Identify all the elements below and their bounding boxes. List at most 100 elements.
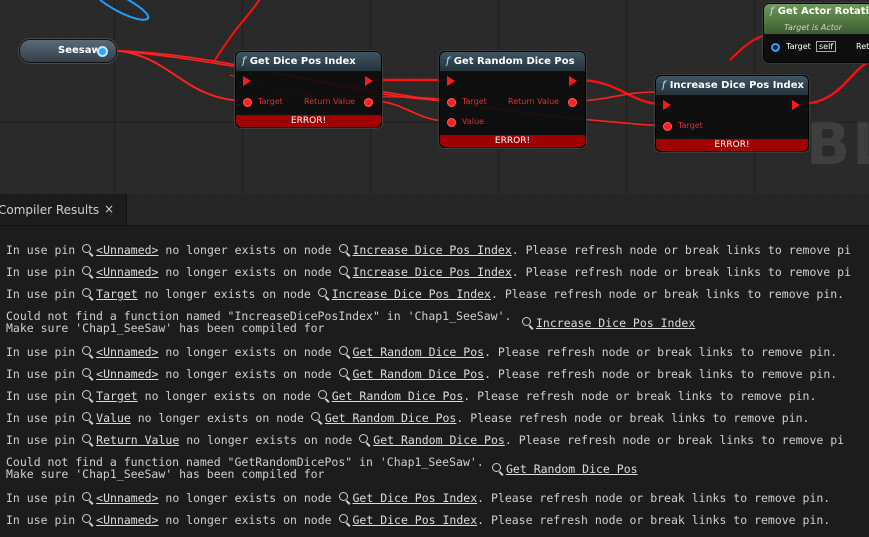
target-pin[interactable]	[243, 98, 252, 107]
node-header: f Increase Dice Pos Index	[656, 76, 808, 96]
value-pin[interactable]	[447, 118, 456, 127]
search-icon[interactable]	[338, 492, 351, 504]
search-icon[interactable]	[310, 412, 323, 424]
pin-link[interactable]: <Unnamed>	[96, 265, 158, 279]
target-pin-label: Target	[786, 42, 811, 51]
pin-link[interactable]: Target	[96, 287, 138, 301]
node-link[interactable]: Get Random Dice Pos	[332, 389, 464, 403]
node-get-random-dice-pos[interactable]: f Get Random Dice Pos Target Return Value…	[439, 51, 586, 148]
search-icon[interactable]	[317, 390, 330, 402]
search-icon[interactable]	[82, 288, 94, 300]
target-pin[interactable]	[447, 98, 456, 107]
self-default-box[interactable]: self	[816, 41, 837, 52]
node-header: f Get Random Dice Pos	[440, 52, 585, 72]
pin-link[interactable]: <Unnamed>	[96, 243, 158, 257]
log-row: Could not find a function named "GetRand…	[6, 456, 484, 480]
node-get-dice-pos-index[interactable]: f Get Dice Pos Index Target Return Value …	[235, 51, 382, 128]
search-icon[interactable]	[338, 368, 351, 380]
compiler-results-panel: Compiler Results × In use pin <Unnamed> …	[0, 194, 869, 537]
search-icon[interactable]	[82, 514, 94, 526]
search-icon[interactable]	[338, 346, 351, 358]
exec-out-pin[interactable]	[792, 100, 800, 110]
search-icon[interactable]	[82, 244, 94, 256]
return-value-label: Return Value	[304, 97, 356, 106]
pin-link[interactable]: <Unnamed>	[96, 513, 158, 527]
search-icon[interactable]	[359, 434, 371, 446]
search-icon[interactable]	[522, 317, 534, 329]
search-icon[interactable]	[317, 288, 330, 300]
target-pin-label: Target	[678, 121, 703, 130]
pin-link[interactable]: Return Value	[96, 433, 179, 447]
pin-link[interactable]: Target	[96, 389, 138, 403]
log-row: In use pin <Unnamed> no longer exists on…	[6, 367, 838, 381]
object-output-pin[interactable]	[97, 46, 108, 57]
node-increase-dice-pos-index[interactable]: f Increase Dice Pos Index Target ERROR!	[655, 75, 809, 152]
exec-in-pin[interactable]	[663, 100, 671, 110]
pin-link[interactable]: <Unnamed>	[96, 345, 158, 359]
seesaw-label: Seesaw	[58, 45, 101, 56]
node-link[interactable]: Increase Dice Pos Index	[353, 243, 512, 257]
function-icon: f	[662, 80, 666, 91]
target-pin-label: Target	[462, 97, 487, 106]
log-row: In use pin <Unnamed> no longer exists on…	[6, 345, 838, 359]
node-link[interactable]: Get Dice Pos Index	[353, 491, 478, 505]
node-title: Get Actor Rotation	[777, 6, 869, 17]
node-link[interactable]: Increase Dice Pos Index	[353, 265, 512, 279]
node-get-actor-rotation[interactable]: fGet Actor Rotation Target is Actor Targ…	[763, 3, 869, 63]
search-icon[interactable]	[82, 412, 94, 424]
search-icon[interactable]	[338, 244, 351, 256]
node-title: Increase Dice Pos Index	[669, 80, 804, 91]
log-node-link-row: Get Random Dice Pos	[492, 462, 638, 476]
blueprint-graph[interactable]: BL Seesaw fGet Dice Pos Index Target Ret…	[0, 0, 869, 194]
error-bar: ERROR!	[656, 139, 808, 151]
function-icon: f	[242, 56, 246, 67]
return-value-pin[interactable]	[364, 98, 373, 107]
node-link[interactable]: Get Random Dice Pos	[353, 367, 485, 381]
target-pin[interactable]	[663, 122, 672, 131]
node-title: Get Random Dice Pos	[453, 56, 575, 67]
node-link[interactable]: Get Dice Pos Index	[353, 513, 478, 527]
node-link[interactable]: Get Random Dice Pos	[373, 433, 505, 447]
node-link[interactable]: Get Random Dice Pos	[325, 411, 457, 425]
log-row: In use pin <Unnamed> no longer exists on…	[6, 265, 852, 279]
pin-link[interactable]: Value	[96, 411, 131, 425]
node-link[interactable]: Increase Dice Pos Index	[536, 316, 695, 330]
tab-compiler-results[interactable]: Compiler Results ×	[0, 194, 127, 225]
log-row: In use pin Target no longer exists on no…	[6, 389, 817, 403]
exec-in-pin[interactable]	[243, 76, 251, 86]
close-tab-button[interactable]: ×	[104, 202, 114, 216]
function-icon: f	[770, 6, 774, 17]
search-icon[interactable]	[82, 346, 94, 358]
exec-in-pin[interactable]	[447, 76, 455, 86]
error-bar: ERROR!	[236, 115, 381, 127]
return-value-label: Return Value	[508, 97, 560, 106]
log-row: In use pin <Unnamed> no longer exists on…	[6, 243, 852, 257]
node-title: Get Dice Pos Index	[249, 56, 356, 67]
seesaw-variable-node[interactable]: Seesaw	[19, 39, 117, 63]
blueprint-watermark: BL	[806, 110, 869, 178]
target-pin[interactable]	[771, 43, 780, 52]
search-icon[interactable]	[492, 463, 504, 475]
error-bar: ERROR!	[440, 135, 585, 147]
exec-out-pin[interactable]	[569, 76, 577, 86]
return-value-pin[interactable]	[568, 98, 577, 107]
pin-link[interactable]: <Unnamed>	[96, 491, 158, 505]
node-link[interactable]: Get Random Dice Pos	[506, 462, 638, 476]
search-icon[interactable]	[82, 368, 94, 380]
search-icon[interactable]	[82, 266, 94, 278]
node-header: f Get Dice Pos Index	[236, 52, 381, 72]
log-row: In use pin Target no longer exists on no…	[6, 287, 845, 301]
function-icon: f	[446, 56, 450, 67]
exec-out-pin[interactable]	[365, 76, 373, 86]
search-icon[interactable]	[82, 390, 94, 402]
return-value-label: Ret	[856, 42, 869, 51]
tab-label: Compiler Results	[0, 203, 100, 217]
node-link[interactable]: Get Random Dice Pos	[353, 345, 485, 359]
node-link[interactable]: Increase Dice Pos Index	[332, 287, 491, 301]
search-icon[interactable]	[338, 514, 351, 526]
search-icon[interactable]	[338, 266, 351, 278]
pin-link[interactable]: <Unnamed>	[96, 367, 158, 381]
log-message: Make sure 'Chap1_SeeSaw' has been compil…	[6, 467, 325, 481]
search-icon[interactable]	[82, 492, 94, 504]
search-icon[interactable]	[82, 434, 94, 446]
